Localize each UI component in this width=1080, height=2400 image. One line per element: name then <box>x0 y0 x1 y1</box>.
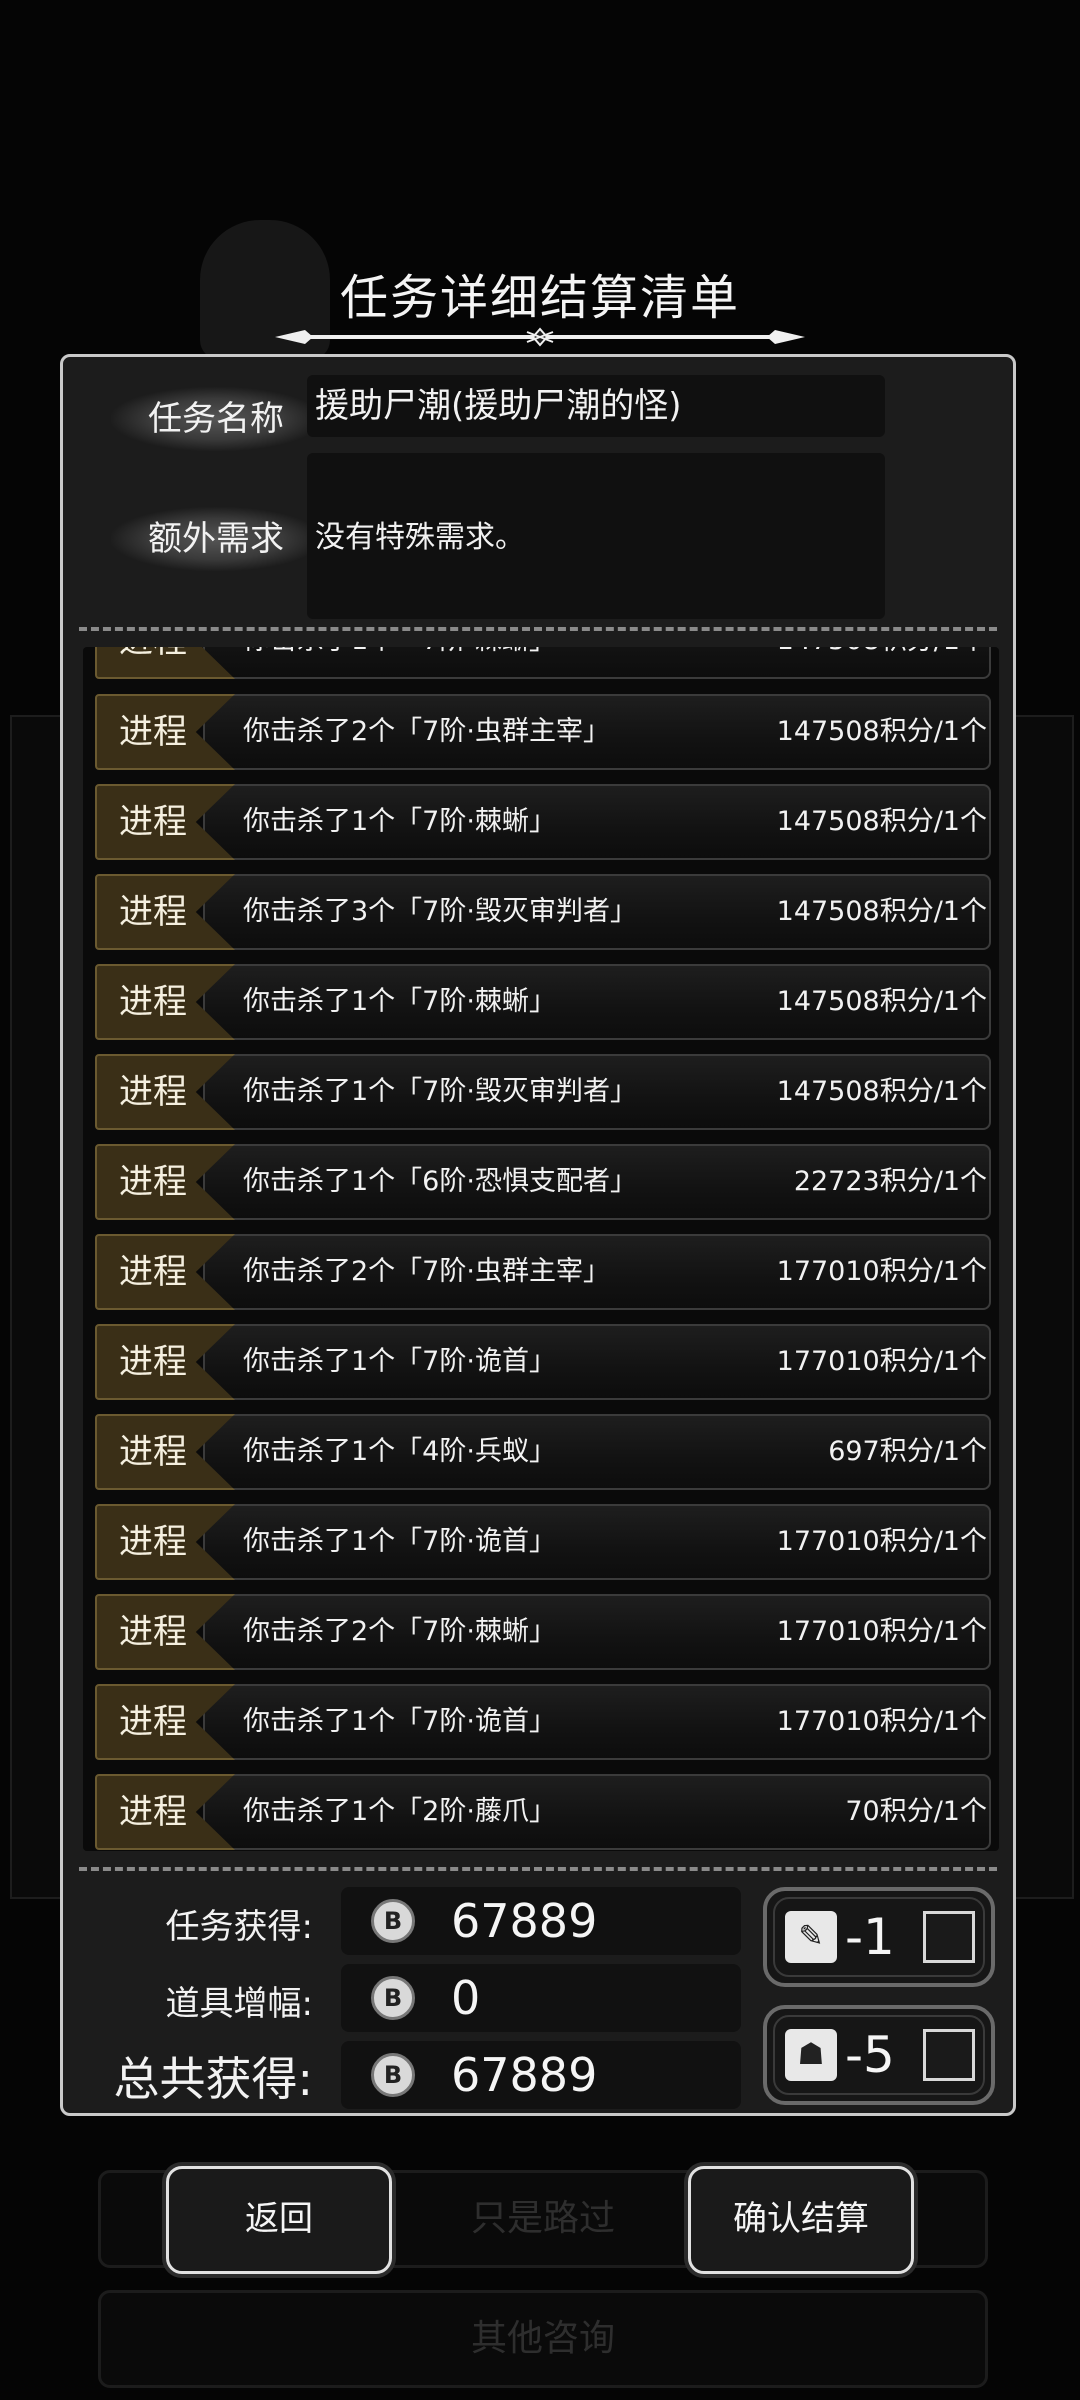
item-card-count: -5 <box>845 2026 895 2084</box>
upper-divider <box>79 627 997 631</box>
progress-tag-label: 进程 <box>119 892 187 932</box>
progress-tag-label: 进程 <box>119 1612 187 1652</box>
task-name-label: 任务名称 <box>111 387 321 451</box>
progress-row: 进程你击杀了1个「7阶·棘蜥」 147508积分/1个 <box>95 647 991 679</box>
progress-description: 你击杀了1个「7阶·诡首」 <box>243 1526 556 1557</box>
progress-row: 进程 你击杀了1个「7阶·棘蜥」 147508积分/1个 <box>95 784 991 860</box>
back-button[interactable]: 返回 <box>166 2166 392 2274</box>
progress-tag-label: 进程 <box>119 1342 187 1382</box>
progress-tag-label: 进程 <box>119 1702 187 1742</box>
progress-points: 147508积分/1个 <box>776 1076 987 1107</box>
progress-description: 你击杀了1个「7阶·棘蜥」 <box>243 647 556 679</box>
progress-description: 你击杀了1个「4阶·兵蚁」 <box>243 1436 556 1467</box>
progress-row: 进程 你击杀了1个「7阶·棘蜥」 147508积分/1个 <box>95 964 991 1040</box>
progress-description: 你击杀了1个「7阶·诡首」 <box>243 1346 556 1377</box>
progress-list[interactable]: 进程你击杀了1个「7阶·棘蜥」147508积分/1个进程你击杀了2个「7阶·虫群… <box>83 647 999 1851</box>
progress-points: 697积分/1个 <box>828 1436 987 1467</box>
item-card-slot[interactable]: ☗ -5 <box>763 2005 995 2105</box>
progress-row: 进程 你击杀了1个「2阶·藤爪」 70积分/1个 <box>95 1774 991 1850</box>
task-earned-value: 67889 <box>451 1894 598 1948</box>
card-icon: ☗ <box>785 2029 837 2081</box>
dialog-title: 任务详细结算清单 <box>339 270 740 326</box>
progress-description: 你击杀了2个「7阶·棘蜥」 <box>243 1616 556 1647</box>
progress-row: 进程 你击杀了1个「6阶·恐惧支配者」 22723积分/1个 <box>95 1144 991 1220</box>
background-other-button: 其他咨询 <box>98 2290 988 2388</box>
progress-points: 177010积分/1个 <box>776 1256 987 1287</box>
progress-points: 147508积分/1个 <box>776 716 987 747</box>
coin-icon: B <box>371 1976 415 2020</box>
task-earned-box: B 67889 <box>341 1887 741 1955</box>
coin-icon: B <box>371 1899 415 1943</box>
progress-row: 进程 你击杀了2个「7阶·虫群主宰」 147508积分/1个 <box>95 694 991 770</box>
item-boost-box: B 0 <box>341 1964 741 2032</box>
progress-tag-label: 进程 <box>95 647 211 679</box>
progress-row: 进程 你击杀了1个「7阶·毁灭审判者」 147508积分/1个 <box>95 1054 991 1130</box>
progress-tag-label: 进程 <box>119 712 187 752</box>
progress-points: 177010积分/1个 <box>776 1706 987 1737</box>
progress-row: 进程 你击杀了1个「7阶·诡首」 177010积分/1个 <box>95 1324 991 1400</box>
progress-description: 你击杀了2个「7阶·虫群主宰」 <box>243 716 610 747</box>
total-earned-label: 总共获得: <box>113 2052 314 2106</box>
item-scroll-slot[interactable]: ✎ -1 <box>763 1887 995 1987</box>
progress-tag-label: 进程 <box>119 982 187 1022</box>
progress-description: 你击杀了2个「7阶·虫群主宰」 <box>243 1256 610 1287</box>
settlement-dialog: 任务名称 援助尸潮(援助尸潮的怪) 额外需求 没有特殊需求。 进程你击杀了1个「… <box>60 354 1016 2116</box>
item-scroll-count: -1 <box>845 1908 895 1966</box>
coin-icon: B <box>371 2053 415 2097</box>
total-earned-box: B 67889 <box>341 2041 741 2109</box>
progress-description: 你击杀了1个「7阶·棘蜥」 <box>243 986 556 1017</box>
lower-divider <box>79 1867 997 1871</box>
item-scroll-checkbox[interactable] <box>923 1911 975 1963</box>
progress-points: 147508积分/1个 <box>777 647 987 679</box>
progress-description: 你击杀了1个「6阶·恐惧支配者」 <box>243 1166 637 1197</box>
progress-row: 进程 你击杀了3个「7阶·毁灭审判者」 147508积分/1个 <box>95 874 991 950</box>
progress-tag-label: 进程 <box>119 1432 187 1472</box>
progress-tag-label: 进程 <box>119 1792 187 1832</box>
progress-points: 22723积分/1个 <box>793 1166 987 1197</box>
scroll-icon: ✎ <box>785 1911 837 1963</box>
progress-tag-label: 进程 <box>119 802 187 842</box>
progress-points: 147508积分/1个 <box>776 896 987 927</box>
extra-requirement-label: 额外需求 <box>111 507 321 571</box>
task-name-value: 援助尸潮(援助尸潮的怪) <box>307 375 885 437</box>
progress-points: 147508积分/1个 <box>776 986 987 1017</box>
progress-tag-label: 进程 <box>119 1522 187 1562</box>
total-earned-value: 67889 <box>451 2048 598 2102</box>
progress-points: 177010积分/1个 <box>776 1526 987 1557</box>
progress-row: 进程 你击杀了1个「4阶·兵蚁」 697积分/1个 <box>95 1414 991 1490</box>
progress-points: 177010积分/1个 <box>776 1346 987 1377</box>
extra-requirement-value: 没有特殊需求。 <box>307 453 885 619</box>
progress-description: 你击杀了1个「7阶·棘蜥」 <box>243 806 556 837</box>
progress-row: 进程 你击杀了2个「7阶·棘蜥」 177010积分/1个 <box>95 1594 991 1670</box>
progress-points: 147508积分/1个 <box>776 806 987 837</box>
progress-tag-label: 进程 <box>119 1162 187 1202</box>
progress-row: 进程 你击杀了2个「7阶·虫群主宰」 177010积分/1个 <box>95 1234 991 1310</box>
progress-tag-label: 进程 <box>119 1072 187 1112</box>
progress-description: 你击杀了1个「2阶·藤爪」 <box>243 1796 556 1827</box>
item-boost-label: 道具增幅: <box>165 1984 313 2024</box>
progress-tag-label: 进程 <box>119 1252 187 1292</box>
progress-points: 70积分/1个 <box>845 1796 987 1827</box>
title-flourish-divider <box>275 327 805 347</box>
progress-description: 你击杀了1个「7阶·毁灭审判者」 <box>243 1076 637 1107</box>
progress-description: 你击杀了3个「7阶·毁灭审判者」 <box>243 896 637 927</box>
progress-row: 进程 你击杀了1个「7阶·诡首」 177010积分/1个 <box>95 1684 991 1760</box>
item-boost-value: 0 <box>451 1971 481 2025</box>
confirm-settlement-button[interactable]: 确认结算 <box>688 2166 914 2274</box>
task-earned-label: 任务获得: <box>165 1907 313 1947</box>
progress-row: 进程 你击杀了1个「7阶·诡首」 177010积分/1个 <box>95 1504 991 1580</box>
progress-points: 177010积分/1个 <box>776 1616 987 1647</box>
item-card-checkbox[interactable] <box>923 2029 975 2081</box>
progress-description: 你击杀了1个「7阶·诡首」 <box>243 1706 556 1737</box>
